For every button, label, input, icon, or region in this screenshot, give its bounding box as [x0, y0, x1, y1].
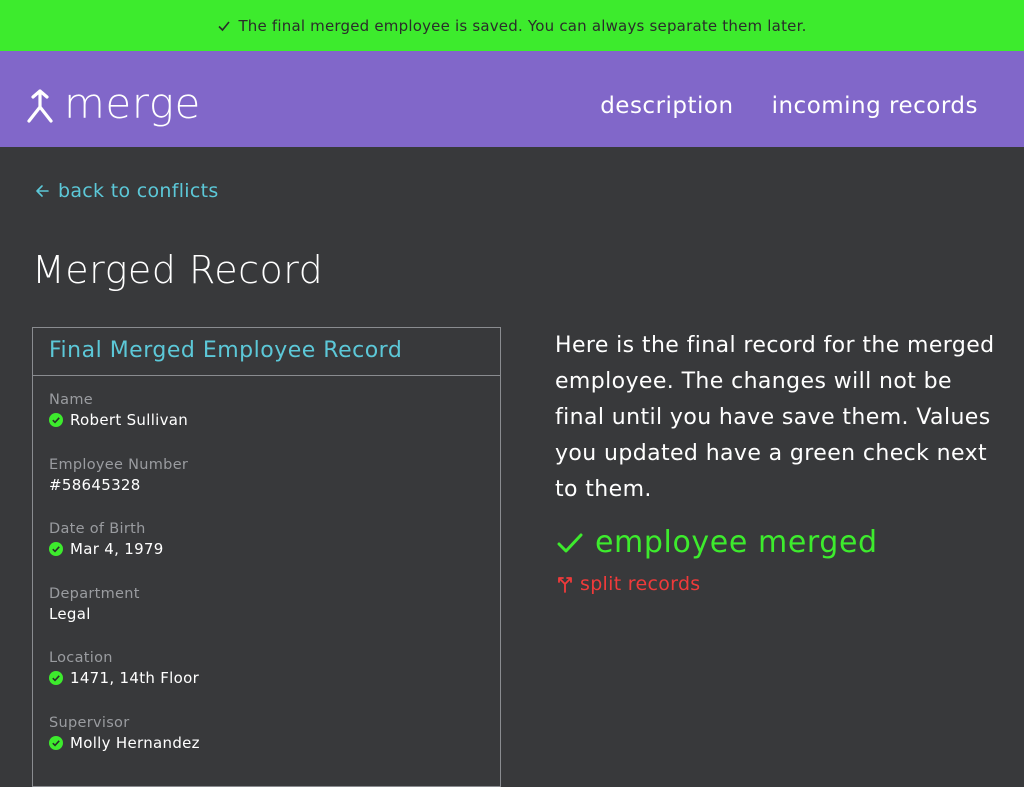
- brand-name: merge: [64, 79, 201, 128]
- status-label: employee merged: [595, 525, 878, 560]
- field-employee-number: Employee Number #58645328: [49, 457, 188, 494]
- field-value: Molly Hernandez: [49, 734, 200, 752]
- field-label: Date of Birth: [49, 521, 146, 537]
- app-header: merge description incoming records: [0, 51, 1024, 147]
- split-link-label: split records: [580, 573, 701, 595]
- field-value-text: Legal: [49, 605, 91, 623]
- arrow-left-icon: [36, 185, 49, 197]
- success-banner: The final merged employee is saved. You …: [0, 0, 1024, 51]
- check-circle-icon: [49, 736, 63, 750]
- banner-message: The final merged employee is saved. You …: [238, 16, 807, 35]
- check-icon: [557, 533, 583, 552]
- field-value: #58645328: [49, 476, 188, 494]
- nav-incoming-records[interactable]: incoming records: [772, 93, 978, 119]
- field-label: Name: [49, 392, 93, 408]
- field-date-of-birth: Date of Birth Mar 4, 1979: [49, 521, 164, 558]
- check-circle-icon: [49, 413, 63, 427]
- check-icon: [218, 20, 231, 31]
- field-location: Location 1471, 14th Floor: [49, 650, 199, 687]
- field-value-text: Mar 4, 1979: [70, 540, 164, 558]
- field-value: Robert Sullivan: [49, 411, 188, 429]
- merge-icon: [27, 89, 53, 123]
- field-supervisor: Supervisor Molly Hernandez: [49, 715, 200, 752]
- field-value-text: Molly Hernandez: [70, 734, 200, 752]
- page-title: Merged Record: [32, 248, 324, 292]
- merged-record-card: Final Merged Employee Record Name Robert…: [32, 327, 501, 787]
- split-records-link[interactable]: split records: [557, 573, 701, 595]
- field-value-text: Robert Sullivan: [70, 411, 189, 429]
- merge-description: Here is the final record for the merged …: [555, 333, 995, 502]
- merge-status: employee merged: [557, 525, 878, 560]
- field-label: Employee Number: [49, 457, 189, 473]
- field-department: Department Legal: [49, 586, 140, 623]
- field-value-text: #58645328: [49, 476, 141, 494]
- field-value-text: 1471, 14th Floor: [70, 669, 200, 687]
- field-label: Location: [49, 650, 113, 666]
- brand-logo[interactable]: merge: [26, 83, 201, 125]
- field-name: Name Robert Sullivan: [49, 392, 188, 429]
- field-label: Supervisor: [49, 715, 130, 731]
- back-link-label: back to conflicts: [58, 180, 219, 202]
- split-icon: [558, 577, 572, 593]
- field-label: Department: [49, 586, 140, 602]
- field-value: 1471, 14th Floor: [49, 669, 199, 687]
- check-circle-icon: [49, 542, 63, 556]
- back-to-conflicts-link[interactable]: back to conflicts: [34, 180, 219, 202]
- field-value: Mar 4, 1979: [49, 540, 164, 558]
- main-nav: description incoming records: [600, 93, 978, 119]
- field-value: Legal: [49, 605, 140, 623]
- card-title: Final Merged Employee Record: [33, 328, 500, 376]
- nav-description[interactable]: description: [600, 93, 733, 119]
- check-circle-icon: [49, 671, 63, 685]
